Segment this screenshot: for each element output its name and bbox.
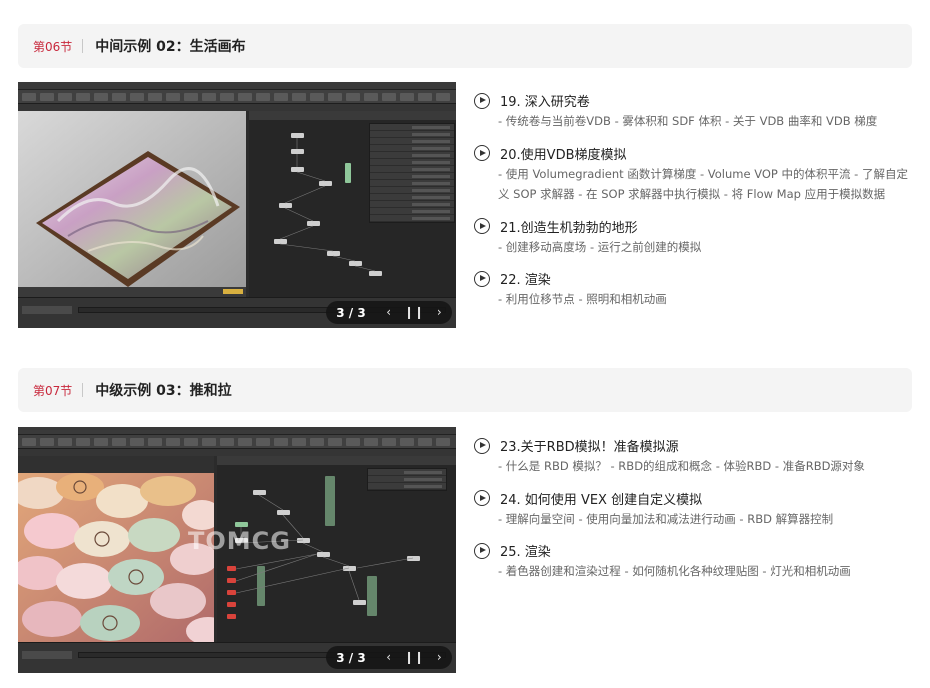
- lesson-description: - 利用位移节点 - 照明和相机动画: [498, 292, 667, 306]
- play-circle-icon: [474, 92, 490, 109]
- next-slide-button[interactable]: ›: [427, 646, 452, 669]
- node-network-editor: [249, 111, 456, 297]
- lesson-description: - 着色器创建和渲染过程 - 如何随机化各种纹理贴图 - 灯光和相机动画: [498, 564, 851, 578]
- lesson-description: - 什么是 RBD 模拟？ - RBD的组成和概念 - 体验RBD - 准备RB…: [498, 459, 865, 473]
- section-header-06: 第06节 中间示例 02：生活画布: [18, 24, 912, 68]
- lesson-description: - 传统卷与当前卷VDB - 雾体积和 SDF 体积 - 关于 VDB 曲率和 …: [498, 114, 878, 128]
- pane-tabs: [18, 104, 456, 111]
- pause-button[interactable]: ❙❙: [401, 301, 426, 324]
- viewport-terrain-render: [18, 111, 246, 297]
- prev-slide-button[interactable]: ‹: [376, 301, 401, 324]
- lesson-title: 23.关于RBD模拟！准备模拟源: [500, 440, 679, 455]
- lesson-title: 25. 渲染: [500, 545, 551, 560]
- lesson-list-07: 23.关于RBD模拟！准备模拟源 - 什么是 RBD 模拟？ - RBD的组成和…: [472, 435, 912, 593]
- slider-controls: 3 / 3 ‹ ❙❙ ›: [326, 646, 452, 669]
- lesson-item[interactable]: 23.关于RBD模拟！准备模拟源 - 什么是 RBD 模拟？ - RBD的组成和…: [472, 435, 912, 477]
- play-circle-icon: [474, 218, 490, 234]
- lesson-description: - 使用 Volumegradient 函数计算梯度 - Volume VOP …: [498, 166, 908, 202]
- lesson-list-06: 19. 深入研究卷 - 传统卷与当前卷VDB - 雾体积和 SDF 体积 - 关…: [472, 90, 912, 321]
- lesson-title: 22. 渲染: [500, 273, 551, 288]
- lesson-item[interactable]: 25. 渲染 - 着色器创建和渲染过程 - 如何随机化各种纹理贴图 - 灯光和相…: [472, 540, 912, 582]
- slide-counter: 3 / 3: [336, 650, 366, 665]
- lesson-description: - 理解向量空间 - 使用向量加法和减法进行动画 - RBD 解算器控制: [498, 511, 834, 526]
- lesson-item[interactable]: 19. 深入研究卷 - 传统卷与当前卷VDB - 雾体积和 SDF 体积 - 关…: [472, 90, 912, 132]
- section-title: 中级示例 03：推和拉: [95, 383, 232, 399]
- app-menubar: [18, 427, 456, 435]
- pause-button[interactable]: ❙❙: [401, 646, 426, 669]
- lesson-description: - 创建移动高度场 - 运行之前创建的模拟: [498, 239, 702, 254]
- play-circle-icon: [474, 437, 490, 454]
- lesson-item[interactable]: 21.创造生机勃勃的地形 - 创建移动高度场 - 运行之前创建的模拟: [472, 216, 912, 258]
- screenshot-slider-06[interactable]: 3 / 3 ‹ ❙❙ ›: [18, 82, 456, 328]
- lesson-title: 21.创造生机勃勃的地形: [500, 220, 638, 236]
- next-slide-button[interactable]: ›: [427, 301, 452, 324]
- lesson-item[interactable]: 22. 渲染 - 利用位移节点 - 照明和相机动画: [472, 268, 912, 310]
- section-header-07: 第07节 中级示例 03：推和拉: [18, 368, 912, 412]
- divider: [82, 39, 84, 53]
- lesson-item[interactable]: 24. 如何使用 VEX 创建自定义模拟 - 理解向量空间 - 使用向量加法和减…: [472, 488, 912, 530]
- prev-slide-button[interactable]: ‹: [376, 646, 401, 669]
- lesson-item[interactable]: 20.使用VDB梯度模拟 - 使用 Volumegradient 函数计算梯度 …: [472, 143, 912, 205]
- slider-controls: 3 / 3 ‹ ❙❙ ›: [326, 301, 452, 324]
- lesson-title: 24. 如何使用 VEX 创建自定义模拟: [500, 492, 703, 508]
- play-circle-icon: [474, 490, 490, 506]
- slide-counter: 3 / 3: [336, 305, 366, 320]
- play-circle-icon: [474, 145, 490, 161]
- pane-tabs: [18, 449, 456, 456]
- play-circle-icon: [474, 270, 490, 287]
- app-toolbar: [18, 435, 456, 449]
- section-title: 中间示例 02：生活画布: [95, 39, 246, 55]
- play-circle-icon: [474, 542, 490, 559]
- app-toolbar: [18, 90, 456, 104]
- lesson-title: 20.使用VDB梯度模拟: [500, 147, 627, 163]
- lesson-title: 19. 深入研究卷: [500, 95, 590, 110]
- divider: [82, 383, 84, 397]
- screenshot-slider-07[interactable]: TOMCG 3 / 3 ‹ ❙❙ ›: [18, 427, 456, 673]
- watermark: TOMCG: [188, 527, 291, 555]
- app-menubar: [18, 82, 456, 90]
- section-number: 第07节: [33, 383, 73, 398]
- viewport-candy-render: [18, 473, 214, 642]
- viewport-header: [18, 456, 214, 473]
- section-number: 第06节: [33, 39, 73, 54]
